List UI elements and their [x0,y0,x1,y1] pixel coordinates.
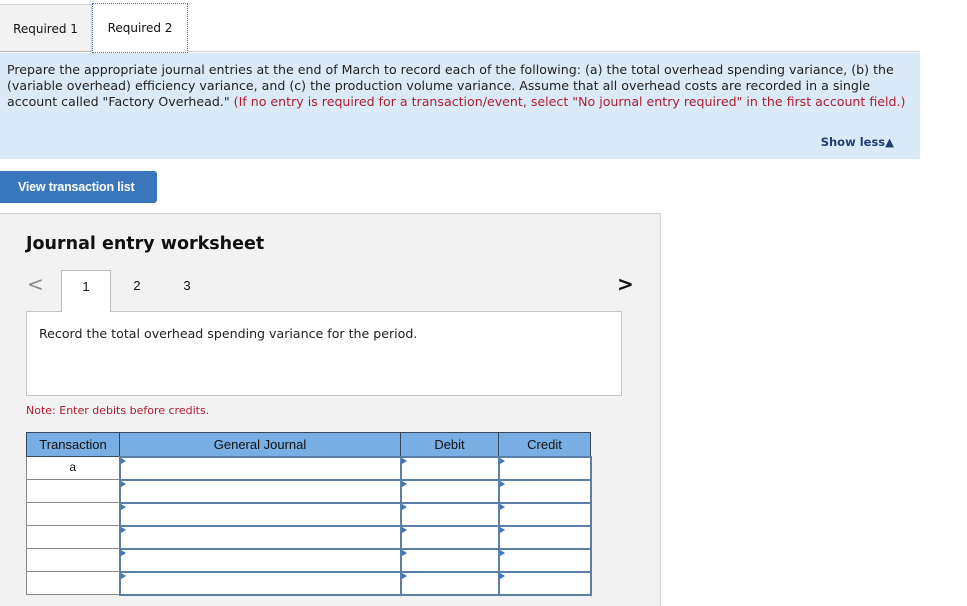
show-less-toggle[interactable]: Show less▲ [821,134,894,150]
debit-input-cell [399,524,500,550]
general-journal-input[interactable] [120,526,400,548]
credit-input[interactable] [499,457,590,479]
header-transaction: Transaction [26,432,120,457]
credit-input-cell [497,524,592,550]
header-credit: Credit [498,432,591,457]
transaction-cell [26,502,120,526]
instructions-note: (If no entry is required for a transacti… [233,94,906,109]
general-journal-input-cell [118,570,402,596]
transaction-cell [26,548,120,572]
general-journal-input-cell [118,455,402,481]
debits-note: Note: Enter debits before credits. [26,404,210,417]
debit-input-cell [399,547,500,573]
header-general-journal: General Journal [119,432,401,457]
general-journal-input-cell [118,547,402,573]
instructions-panel: Prepare the appropriate journal entries … [0,53,920,159]
debit-input[interactable] [401,549,498,571]
debit-input[interactable] [401,572,498,594]
transaction-cell [26,479,120,503]
debit-input[interactable] [401,503,498,525]
tab-required-2[interactable]: Required 2 [92,3,188,53]
debit-input-cell [399,478,500,504]
debit-input[interactable] [401,480,498,502]
transaction-cell: a [26,456,120,480]
credit-input[interactable] [499,549,590,571]
general-journal-input[interactable] [120,549,400,571]
table-row [26,547,592,573]
worksheet-title: Journal entry worksheet [26,234,265,254]
journal-entry-worksheet: Journal entry worksheet < 1 2 3 > Record… [0,213,661,606]
table-row [26,570,592,596]
debit-input[interactable] [401,526,498,548]
credit-input-cell [497,501,592,527]
credit-input-cell [497,547,592,573]
tab-divider [188,51,920,52]
debit-input-cell [399,570,500,596]
table-header-row: Transaction General Journal Debit Credit [26,432,591,457]
general-journal-input-cell [118,478,402,504]
credit-input-cell [497,478,592,504]
credit-input[interactable] [499,480,590,502]
step-tab-2[interactable]: 2 [112,270,162,312]
transaction-cell [26,525,120,549]
show-less-label: Show less [820,135,886,149]
general-journal-input[interactable] [120,457,400,479]
tab-required-1[interactable]: Required 1 [0,4,92,52]
general-journal-input-cell [118,524,402,550]
transaction-cell [26,571,120,595]
credit-input[interactable] [499,503,590,525]
table-row [26,501,592,527]
table-row [26,524,592,550]
view-transaction-list-button[interactable]: View transaction list [0,171,157,203]
debit-input-cell [399,501,500,527]
credit-input-cell [497,570,592,596]
general-journal-input[interactable] [120,572,400,594]
tab-bar: Required 1 Required 2 [0,0,920,53]
table-row [26,478,592,504]
chevron-left-icon[interactable]: < [27,272,44,296]
credit-input[interactable] [499,526,590,548]
debit-input-cell [399,455,500,481]
table-row: a [26,455,592,481]
general-journal-input[interactable] [120,503,400,525]
credit-input[interactable] [499,572,590,594]
journal-table: Transaction General Journal Debit Credit… [26,432,592,596]
general-journal-input-cell [118,501,402,527]
general-journal-input[interactable] [120,480,400,502]
step-tab-1[interactable]: 1 [61,270,111,312]
step-tab-3[interactable]: 3 [162,270,212,312]
credit-input-cell [497,455,592,481]
header-debit: Debit [400,432,499,457]
entry-prompt: Record the total overhead spending varia… [39,326,418,341]
triangle-up-icon: ▲ [885,135,894,149]
debit-input[interactable] [401,457,498,479]
entry-prompt-box: Record the total overhead spending varia… [26,311,622,396]
chevron-right-icon[interactable]: > [617,272,634,296]
